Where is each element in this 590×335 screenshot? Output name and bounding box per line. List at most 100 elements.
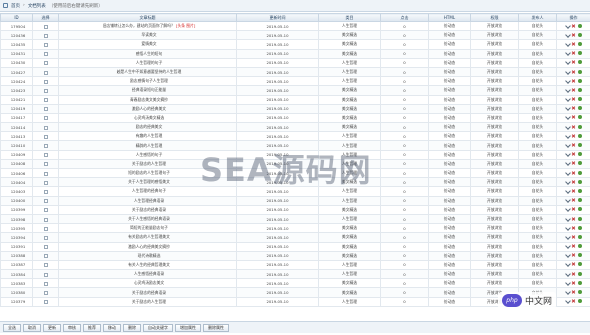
- row-html[interactable]: 仿动态: [428, 20, 471, 32]
- row-title-link[interactable]: 经典语录短句正能量: [132, 87, 166, 92]
- row-checkbox[interactable]: [43, 245, 48, 250]
- row-html[interactable]: 仿动态: [428, 112, 471, 124]
- row-checkbox[interactable]: [43, 153, 48, 158]
- delete-icon[interactable]: [572, 24, 576, 28]
- row-category[interactable]: 美文精选: [318, 250, 381, 261]
- check-icon[interactable]: [577, 78, 582, 83]
- row-category[interactable]: 美文精选: [318, 39, 381, 50]
- check-icon[interactable]: [577, 106, 582, 111]
- table-row[interactable]: 179504 旧店铺转让怎么办，建站的页面你了解吗？ [头条 图片] 2019-05…: [0, 20, 590, 32]
- row-checkbox[interactable]: [43, 189, 48, 194]
- row-html[interactable]: 仿动态: [428, 131, 471, 142]
- row-html[interactable]: 仿动态: [428, 158, 471, 170]
- edit-icon[interactable]: [564, 215, 571, 222]
- check-icon[interactable]: [577, 32, 582, 37]
- row-html[interactable]: 仿动态: [428, 177, 471, 188]
- edit-icon[interactable]: [564, 261, 571, 268]
- row-category[interactable]: 人生哲理: [318, 259, 381, 271]
- row-title-link[interactable]: 关于人生哲理的感悟美文: [128, 179, 170, 184]
- edit-icon[interactable]: [564, 22, 571, 29]
- row-title-link[interactable]: 爱情美文: [141, 41, 156, 46]
- delete-icon[interactable]: [572, 180, 576, 184]
- delete-icon[interactable]: [572, 79, 576, 83]
- row-html[interactable]: 仿动态: [428, 232, 471, 243]
- row-checkbox[interactable]: [43, 61, 48, 66]
- column-header[interactable]: 发布人: [518, 13, 557, 22]
- row-title-link[interactable]: 精辟的人生哲理: [136, 143, 163, 148]
- edit-icon[interactable]: [564, 114, 571, 121]
- row-checkbox[interactable]: [43, 134, 48, 139]
- row-html[interactable]: 仿动态: [428, 167, 471, 179]
- column-header[interactable]: HTML: [428, 13, 471, 22]
- delete-icon[interactable]: [572, 262, 576, 266]
- row-html[interactable]: 仿动态: [428, 149, 471, 160]
- edit-icon[interactable]: [564, 169, 571, 176]
- delete-icon[interactable]: [572, 272, 576, 276]
- row-checkbox[interactable]: [43, 281, 48, 286]
- check-icon[interactable]: [577, 51, 582, 56]
- row-checkbox[interactable]: [43, 107, 48, 112]
- row-title-link[interactable]: 激励人心的经典美文: [132, 106, 166, 111]
- check-icon[interactable]: [577, 133, 582, 138]
- edit-icon[interactable]: [564, 234, 571, 240]
- edit-icon[interactable]: [564, 31, 571, 38]
- row-title-link[interactable]: 有关人生的经典哲理美文: [128, 262, 170, 267]
- row-html[interactable]: 仿动态: [428, 250, 471, 261]
- check-icon[interactable]: [577, 253, 582, 258]
- row-html[interactable]: 仿动态: [428, 66, 471, 78]
- row-category[interactable]: 美文精选: [318, 85, 381, 96]
- row-checkbox[interactable]: [43, 226, 48, 231]
- row-html[interactable]: 仿动态: [428, 223, 471, 234]
- recommend-button[interactable]: 推荐: [83, 323, 101, 332]
- check-icon[interactable]: [577, 170, 582, 175]
- select-all-button[interactable]: 全选: [3, 323, 21, 332]
- table-row[interactable]: 120430 人生哲理的句子 2019-05-10 人生哲理 0 仿动态 开放浏览 自花头: [0, 57, 590, 68]
- row-checkbox[interactable]: [43, 144, 48, 149]
- edit-icon[interactable]: [564, 105, 571, 112]
- row-checkbox[interactable]: [43, 98, 48, 103]
- table-row[interactable]: 120419 激励人心的经典美文 2019-05-10 美文精选 0 仿动态 开放浏览 自花…: [0, 103, 590, 114]
- delete-icon[interactable]: [572, 97, 576, 101]
- row-html[interactable]: 仿动态: [428, 94, 471, 105]
- delete-attribute-button[interactable]: 删除属性: [203, 323, 229, 332]
- delete-button[interactable]: 删除: [123, 323, 141, 332]
- check-icon[interactable]: [577, 23, 582, 28]
- check-icon[interactable]: [577, 207, 582, 212]
- row-html[interactable]: 仿动态: [428, 186, 471, 197]
- cancel-button[interactable]: 取消: [23, 323, 41, 332]
- row-html[interactable]: 仿动态: [428, 287, 471, 298]
- edit-icon[interactable]: [564, 197, 571, 203]
- check-icon[interactable]: [577, 87, 582, 92]
- edit-icon[interactable]: [564, 123, 571, 130]
- row-checkbox[interactable]: [43, 88, 48, 93]
- column-header[interactable]: 点击: [380, 13, 429, 22]
- delete-icon[interactable]: [572, 134, 576, 138]
- row-category[interactable]: 人生哲理: [318, 269, 381, 280]
- column-header[interactable]: ID: [0, 13, 33, 22]
- check-icon[interactable]: [577, 60, 582, 65]
- row-html[interactable]: 仿动态: [428, 296, 471, 307]
- check-icon[interactable]: [577, 188, 582, 193]
- check-icon[interactable]: [577, 271, 582, 276]
- edit-icon[interactable]: [564, 270, 571, 277]
- row-html[interactable]: 仿动态: [428, 85, 471, 96]
- row-category[interactable]: 美文精选: [318, 122, 381, 133]
- edit-icon[interactable]: [564, 133, 571, 139]
- row-category[interactable]: 人生哲理: [318, 131, 381, 142]
- table-row[interactable]: 120395 简短的正能量励志句子 2019-05-10 美文精选 0 仿动态 开放浏览自…: [0, 223, 590, 234]
- edit-icon[interactable]: [564, 50, 571, 56]
- row-category[interactable]: 美文精选: [318, 223, 381, 234]
- row-title-link[interactable]: 关于励志的人生哲理: [132, 299, 166, 304]
- delete-icon[interactable]: [572, 152, 576, 156]
- edit-icon[interactable]: [564, 206, 571, 213]
- delete-icon[interactable]: [572, 143, 576, 147]
- row-title-link[interactable]: 关于励志的经典语录: [132, 290, 166, 295]
- edit-icon[interactable]: [564, 188, 571, 194]
- check-icon[interactable]: [577, 198, 582, 203]
- row-category[interactable]: 美文精选: [318, 241, 381, 252]
- row-title-link[interactable]: 人生哲理经典语录: [134, 198, 164, 203]
- edit-icon[interactable]: [564, 289, 571, 295]
- row-title-link[interactable]: 简短的正能量励志句子: [130, 225, 168, 230]
- edit-icon[interactable]: [564, 96, 571, 102]
- table-row[interactable]: 120398 关于人生感悟的经典语录 2019-05-10 人生哲理 0 仿动态 开放浏览…: [0, 213, 590, 225]
